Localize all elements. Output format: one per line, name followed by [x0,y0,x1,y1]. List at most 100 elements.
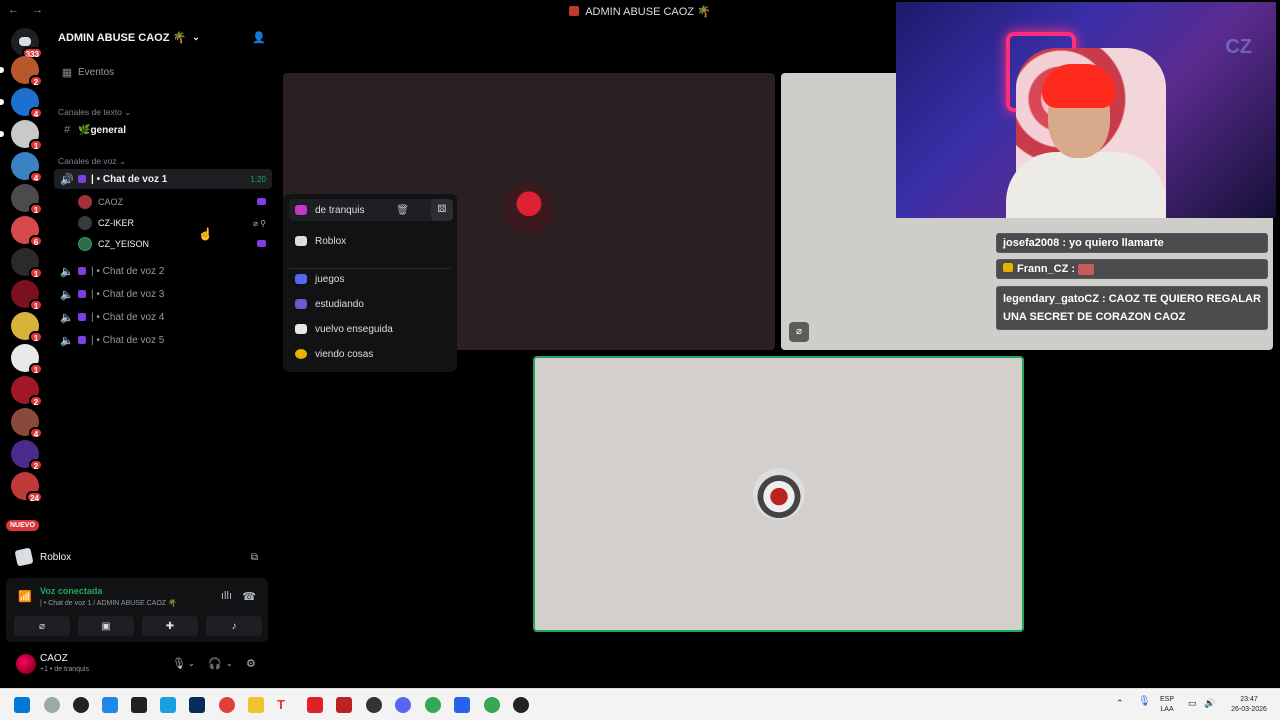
voice-channel-1[interactable]: 🔊 | • Chat de voz 1 1:20 [54,169,272,189]
roblox-icon[interactable] [454,697,470,713]
disconnect-icon[interactable]: ☎ [242,590,256,603]
status-item[interactable]: juegos [289,268,451,290]
media-player-icon[interactable] [513,697,529,713]
voice-user-name: CZ_YEISON [98,239,150,249]
chevron-down-icon: ⌄ [192,31,200,42]
server-icon[interactable]: 1 [11,344,43,375]
server-icon[interactable]: 1 [11,184,43,215]
forward-icon[interactable]: → [32,4,43,16]
language-indicator[interactable]: ESP LAA [1160,695,1174,715]
mouse-cursor-icon: ☝ [198,227,213,241]
search-icon[interactable] [44,697,60,713]
home-button[interactable]: 333 [11,28,43,59]
headphones-app-icon[interactable] [219,697,235,713]
status-label: vuelvo enseguida [315,323,393,335]
server-badge: 24 [26,491,43,503]
voice-category[interactable]: Canales de voz ⌄ [58,156,126,167]
text-category[interactable]: Canales de texto ⌄ [58,107,131,118]
gear-icon[interactable]: ⚙ [246,657,256,670]
photoshop-icon[interactable] [189,697,205,713]
speaker-icon: 🔈 [60,288,74,301]
add-user-icon[interactable]: 👤 [252,31,266,44]
soundboard-button[interactable]: ♪ [206,616,262,636]
server-icon[interactable]: 2 [11,376,43,407]
microphone-icon[interactable]: 🎙 [172,657,186,670]
app-icon[interactable] [366,697,382,713]
server-icon[interactable]: 2 [11,440,43,471]
server-icon[interactable]: 24 [11,472,43,503]
dice-icon[interactable]: ⚄ [431,199,453,221]
video-tile-speaking[interactable] [533,356,1024,632]
tiktok-icon[interactable] [307,697,323,713]
volume-icon[interactable]: 🔊 [1204,698,1215,708]
folder-icon[interactable] [248,697,264,713]
speaker-icon: 🔈 [60,311,74,324]
app-icon[interactable] [336,697,352,713]
app-icon[interactable] [73,697,89,713]
activity-panel[interactable]: Roblox ⧉ [6,542,268,572]
server-icon[interactable]: 4 [11,408,43,439]
server-icon[interactable]: 1 [11,280,43,311]
app-icon[interactable]: T [277,697,293,713]
camera-off-button[interactable]: ⌀ [14,616,70,636]
guild-header[interactable]: ADMIN ABUSE CAOZ 🌴 ⌄ 👤 [50,22,276,52]
chevron-down-icon[interactable]: ⌄ [226,659,233,668]
app-icon[interactable] [160,697,176,713]
server-icon[interactable]: 1 [11,312,43,343]
status-item[interactable]: Roblox [289,230,451,252]
language-layout: LAA [1160,706,1174,713]
chrome-icon[interactable] [484,697,500,713]
voice-channel-label: | • Chat de voz 4 [91,311,165,323]
speaker-icon: 🔈 [60,265,74,278]
events-item[interactable]: ▦ Eventos [54,62,272,82]
new-badge[interactable]: NUEVO [6,520,39,531]
channel-emoji-icon [78,290,86,298]
channel-general[interactable]: # 🌿general [54,120,272,140]
voice-channel-4[interactable]: 🔈 | • Chat de voz 4 [54,307,272,327]
status-item[interactable]: estudiando [289,293,451,315]
server-icon[interactable]: 6 [11,216,43,247]
voice-connected-title[interactable]: Voz conectada [40,586,102,596]
voice-channel-2[interactable]: 🔈 | • Chat de voz 2 [54,261,272,281]
voice-channel-3[interactable]: 🔈 | • Chat de voz 3 [54,284,272,304]
status-label: juegos [315,273,345,285]
voice-user[interactable]: CAOZ [78,192,272,212]
server-icon[interactable]: 2 [0,56,43,87]
back-icon[interactable]: ← [8,4,19,16]
voice-connected-subtitle[interactable]: | • Chat de voz 1 / ADMIN ABUSE CAOZ 🌴 [40,599,177,607]
user-status[interactable]: +1 • de tranquis [40,666,89,673]
app-icon[interactable] [102,697,118,713]
unread-pip [0,99,4,105]
noise-suppression-icon[interactable]: ıllı [221,590,232,602]
server-icon[interactable]: 1 [0,120,43,151]
server-icon[interactable]: 1 [11,248,43,279]
user-name[interactable]: CAOZ [40,653,68,664]
status-item[interactable]: vuelvo enseguida [289,318,451,340]
voice-user[interactable]: CZ_YEISON [78,234,272,254]
voice-channel-5[interactable]: 🔈 | • Chat de voz 5 [54,330,272,350]
discord-icon[interactable] [395,697,411,713]
chrome-icon[interactable] [425,697,441,713]
windows-start-icon[interactable] [14,697,30,713]
chevron-up-icon[interactable]: ⌃ [1116,698,1124,708]
status-item[interactable]: de tranquis 🗑 ⚄ [289,199,453,221]
server-icon[interactable]: 4 [0,88,43,119]
microphone-icon[interactable]: 🎙 [1138,697,1151,707]
screen-share-icon[interactable]: ⧉ [251,552,258,563]
share-screen-button[interactable]: ▣ [78,616,134,636]
clock[interactable]: 23:47 26-03-2026 [1226,695,1272,715]
voice-user[interactable]: CZ-IKER ⌀ ⚲ [78,213,272,233]
avatar[interactable] [16,654,36,674]
avatar [78,216,92,230]
signal-icon[interactable]: 📶 [18,590,32,603]
trash-icon[interactable]: 🗑 [396,205,409,216]
epic-games-icon[interactable] [131,697,147,713]
activities-button[interactable]: ✚ [142,616,198,636]
server-icon[interactable]: 4 [11,152,43,183]
headphones-icon[interactable]: 🎧 [208,657,222,670]
chevron-down-icon[interactable]: ⌄ [188,659,195,668]
voice-channel-label: | • Chat de voz 5 [91,334,165,346]
speaker-icon: 🔊 [60,173,74,186]
network-icon[interactable]: ▭ [1188,698,1197,708]
status-item[interactable]: viendo cosas [289,343,451,365]
